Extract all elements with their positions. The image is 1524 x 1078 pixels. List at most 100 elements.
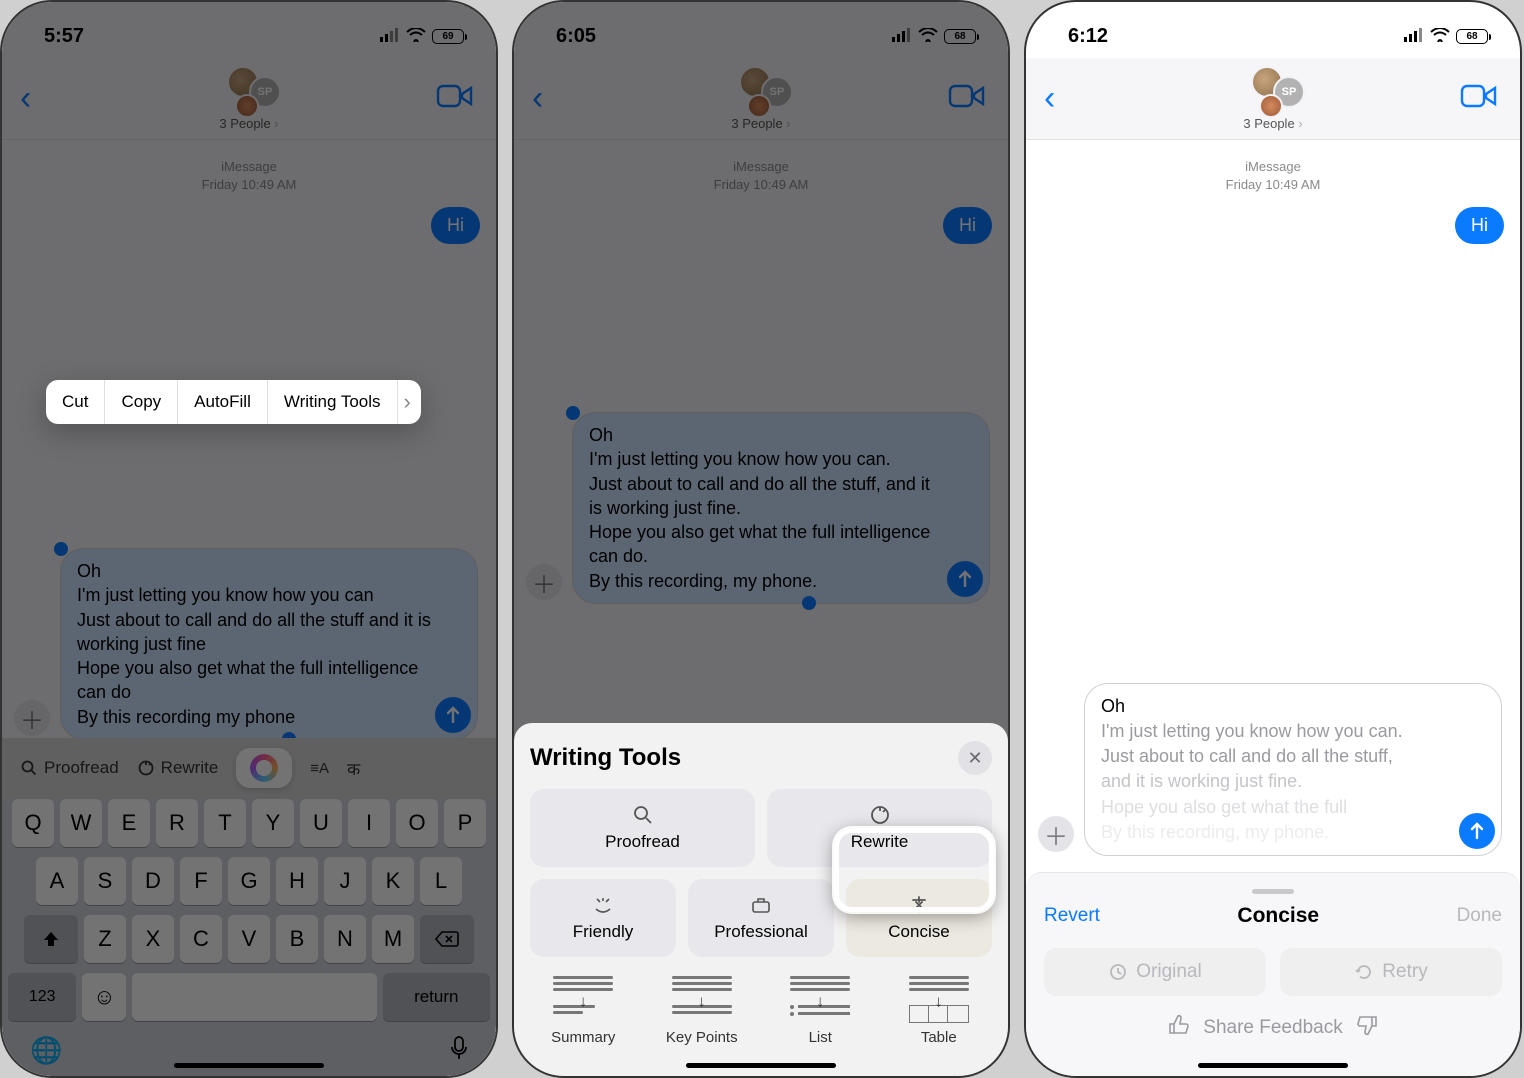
compose-textfield[interactable]: Oh I'm just letting you know how you can…	[1084, 683, 1502, 856]
key[interactable]: N	[324, 915, 366, 963]
chat-area: iMessage Friday 10:49 AM Hi	[514, 140, 1008, 244]
menu-writing-tools[interactable]: Writing Tools	[268, 380, 398, 424]
selection-handle-start[interactable]	[54, 542, 68, 556]
sheet-grabber[interactable]	[1252, 889, 1294, 894]
send-button[interactable]	[947, 561, 983, 597]
thumbs-down-icon[interactable]	[1357, 1014, 1379, 1042]
original-button[interactable]: Original	[1044, 948, 1266, 996]
facetime-button[interactable]	[948, 82, 986, 115]
key[interactable]: P	[444, 799, 486, 847]
outgoing-message[interactable]: Hi	[431, 207, 480, 244]
key[interactable]: J	[324, 857, 366, 905]
key[interactable]: S	[84, 857, 126, 905]
home-indicator[interactable]	[686, 1063, 836, 1068]
key[interactable]: L	[420, 857, 462, 905]
avatar-cluster: SP	[1241, 66, 1305, 114]
rewrite-button[interactable]: Rewrite	[767, 789, 992, 867]
send-button[interactable]	[435, 697, 471, 733]
globe-key[interactable]: 🌐	[30, 1035, 62, 1066]
language-button[interactable]: क	[347, 757, 360, 780]
outgoing-message[interactable]: Hi	[1455, 207, 1504, 244]
key[interactable]: X	[132, 915, 174, 963]
emoji-key[interactable]: ☺	[82, 973, 126, 1021]
key[interactable]: B	[276, 915, 318, 963]
revert-button[interactable]: Revert	[1044, 905, 1100, 927]
key[interactable]: Q	[12, 799, 54, 847]
apple-intelligence-button[interactable]	[236, 748, 292, 788]
selection-handle-start[interactable]	[566, 406, 580, 420]
key[interactable]: E	[108, 799, 150, 847]
outgoing-message[interactable]: Hi	[943, 207, 992, 244]
proofread-button[interactable]: Proofread	[20, 758, 119, 778]
conversation-title[interactable]: SP 3 People	[2, 66, 496, 131]
key[interactable]: C	[180, 915, 222, 963]
space-key[interactable]	[132, 973, 376, 1021]
clock: 5:57	[44, 25, 84, 48]
home-indicator[interactable]	[1198, 1063, 1348, 1068]
menu-copy[interactable]: Copy	[105, 380, 178, 424]
plus-button[interactable]: ＋	[14, 700, 50, 736]
shift-key[interactable]	[24, 915, 78, 963]
key[interactable]: K	[372, 857, 414, 905]
screenshot-2: 6:05 68 ‹ SP 3 People iMessage Friday 10…	[512, 0, 1010, 1078]
proofread-button[interactable]: Proofread	[530, 789, 755, 867]
home-indicator[interactable]	[174, 1063, 324, 1068]
plus-button[interactable]: ＋	[1038, 816, 1074, 852]
send-button[interactable]	[1459, 813, 1495, 849]
compose-textfield[interactable]: Oh I'm just letting you know how you can…	[60, 548, 478, 740]
key[interactable]: H	[276, 857, 318, 905]
compose-textfield[interactable]: Oh I'm just letting you know how you can…	[572, 412, 990, 604]
conversation-title[interactable]: SP 3 People	[1026, 66, 1520, 131]
dictation-key[interactable]	[450, 1035, 468, 1066]
key[interactable]: F	[180, 857, 222, 905]
backspace-key[interactable]	[420, 915, 474, 963]
key[interactable]: V	[228, 915, 270, 963]
key[interactable]: M	[372, 915, 414, 963]
key[interactable]: A	[36, 857, 78, 905]
status-icons: 68	[1404, 25, 1488, 48]
share-feedback-row[interactable]: Share Feedback	[1044, 1014, 1502, 1042]
people-count-label: 3 People	[731, 116, 790, 131]
thumbs-up-icon[interactable]	[1167, 1014, 1189, 1042]
key[interactable]: R	[156, 799, 198, 847]
writing-tools-quickrow: Proofread Rewrite ≡A क	[2, 738, 496, 798]
keyboard[interactable]: Q W E R T Y U I O P A S D F G H J K L Z	[2, 791, 496, 1076]
key[interactable]: Z	[84, 915, 126, 963]
list-button[interactable]: ↓ List	[767, 973, 874, 1046]
key[interactable]: O	[396, 799, 438, 847]
menu-cut[interactable]: Cut	[46, 380, 105, 424]
menu-autofill[interactable]: AutoFill	[178, 380, 268, 424]
key[interactable]: Y	[252, 799, 294, 847]
compose-area: Oh I'm just letting you know how you can…	[1084, 683, 1502, 856]
menu-more-icon[interactable]: ›	[398, 389, 421, 415]
summary-button[interactable]: ↓ Summary	[530, 973, 637, 1046]
keypoints-button[interactable]: ↓ Key Points	[649, 973, 756, 1046]
selection-handle-end[interactable]	[802, 596, 816, 610]
key[interactable]: W	[60, 799, 102, 847]
plus-button[interactable]: ＋	[526, 564, 562, 600]
concise-button[interactable]: Concise	[846, 879, 992, 957]
rewrite-button[interactable]: Rewrite	[137, 758, 219, 778]
key[interactable]: T	[204, 799, 246, 847]
key[interactable]: I	[348, 799, 390, 847]
return-key[interactable]: return	[383, 973, 490, 1021]
facetime-button[interactable]	[1460, 82, 1498, 115]
done-button[interactable]: Done	[1457, 905, 1502, 927]
nav-header: ‹ SP 3 People	[2, 58, 496, 140]
conversation-title[interactable]: SP 3 People	[514, 66, 1008, 131]
professional-button[interactable]: Professional	[688, 879, 834, 957]
key[interactable]: U	[300, 799, 342, 847]
timestamp-label: Friday 10:49 AM	[18, 176, 480, 194]
battery-icon: 68	[944, 29, 976, 44]
table-button[interactable]: ↓ Table	[886, 973, 993, 1046]
numbers-key[interactable]: 123	[8, 973, 76, 1021]
compose-text: Oh I'm just letting you know how you can…	[1101, 694, 1457, 845]
close-button[interactable]: ✕	[958, 741, 992, 775]
key[interactable]: D	[132, 857, 174, 905]
compose-area: Oh I'm just letting you know how you can…	[60, 548, 478, 740]
facetime-button[interactable]	[436, 82, 474, 115]
friendly-button[interactable]: Friendly	[530, 879, 676, 957]
key[interactable]: G	[228, 857, 270, 905]
retry-button[interactable]: Retry	[1280, 948, 1502, 996]
font-size-button[interactable]: ≡A	[310, 760, 329, 777]
